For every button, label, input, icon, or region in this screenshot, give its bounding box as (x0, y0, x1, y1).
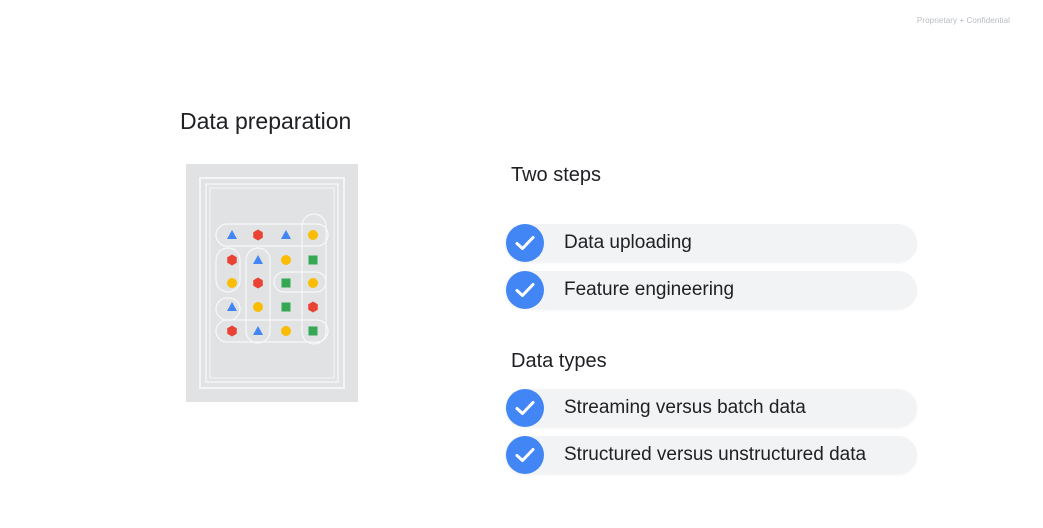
data-grid-graphic (186, 164, 358, 402)
yellow-circle-icon (308, 230, 318, 240)
list-item-data-uploading: Data uploading (505, 224, 917, 262)
check-icon (506, 224, 544, 262)
check-icon (506, 271, 544, 309)
green-square-icon (308, 255, 318, 265)
slide: Proprietary + Confidential Data preparat… (0, 0, 1043, 528)
list-item-label: Data uploading (564, 232, 692, 253)
list-item-label: Streaming versus batch data (564, 397, 806, 418)
green-square-icon (281, 278, 291, 288)
yellow-circle-icon (253, 302, 263, 312)
list-item-streaming-vs-batch: Streaming versus batch data (505, 389, 917, 427)
list-item-feature-engineering: Feature engineering (505, 271, 917, 309)
green-square-icon (281, 302, 291, 312)
yellow-circle-icon (308, 278, 318, 288)
check-icon (506, 436, 544, 474)
data-grid-illustration (186, 164, 358, 402)
list-item-structured-vs-unstructured: Structured versus unstructured data (505, 436, 917, 474)
check-icon (506, 389, 544, 427)
green-square-icon (308, 326, 318, 336)
yellow-circle-icon (281, 326, 291, 336)
confidential-label: Proprietary + Confidential (916, 16, 1010, 25)
section-heading-two-steps: Two steps (511, 164, 602, 186)
list-item-label: Structured versus unstructured data (564, 444, 867, 465)
list-item-label: Feature engineering (564, 279, 735, 300)
page-title: Data preparation (180, 108, 352, 134)
section-heading-data-types: Data types (511, 350, 607, 372)
yellow-circle-icon (227, 278, 237, 288)
yellow-circle-icon (281, 255, 291, 265)
